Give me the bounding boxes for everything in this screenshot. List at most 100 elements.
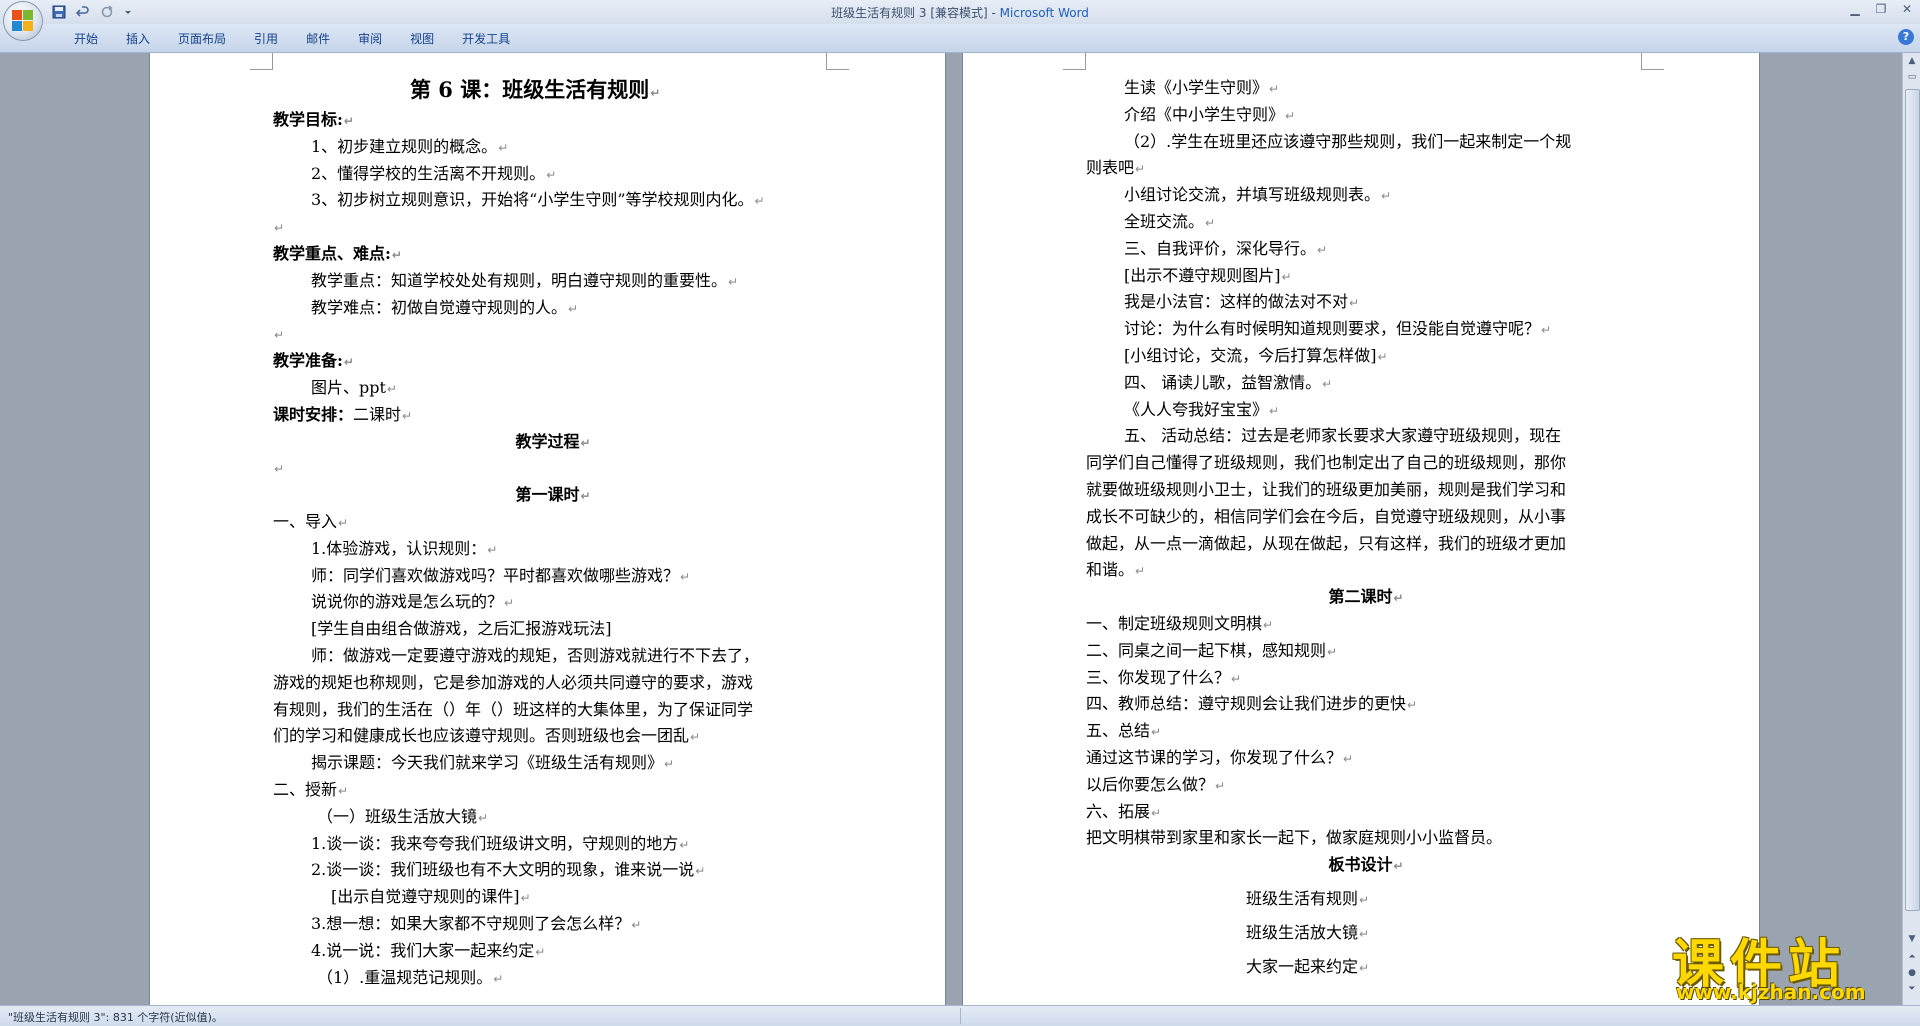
paragraph: 以后你要怎么做？↵ [1086,774,1226,794]
board-item: 大家一起来约定↵ [1246,956,1370,976]
crop-mark [1063,53,1086,70]
paragraph: 做起，从一点一滴做起，从现在做起，只有这样，我们的班级才更加 [1086,533,1567,553]
heading: 第一课时↵ [515,485,591,505]
paragraph: 2、懂得学校的生活离不开规则。↵ [311,163,557,183]
watermark: 课件站 www.kjzhan.com [1662,922,1902,1006]
paragraph: 二、授新↵ [273,779,349,799]
paragraph: 三、你发现了什么？↵ [1086,667,1242,687]
paragraph: 则表吧↵ [1086,158,1146,178]
paragraph: 小组讨论交流，并填写班级规则表。↵ [1124,185,1392,205]
paragraph: [学生自由组合做游戏，之后汇报游戏玩法] [311,619,612,639]
heading: 教学过程↵ [515,431,591,451]
paragraph: 一、制定班级规则文明棋↵ [1086,613,1274,633]
blank-paragraph: ↵ [274,328,285,343]
paragraph: （1）.重温规范记规则。↵ [317,967,504,987]
vertical-scrollbar[interactable]: ▲ ▭ ▼ ⏶ ● ⏷ [1902,53,1920,1005]
paragraph: 四、 诵读儿歌，益智激情。↵ [1124,372,1333,392]
tab-6[interactable]: 视图 [396,30,448,48]
paragraph: 五、 活动总结：过去是老师家长要求大家遵守班级规则，现在 [1124,426,1562,446]
paragraph: 3.想一想：如果大家都不守规则了会怎么样？↵ [311,913,642,933]
tab-4[interactable]: 邮件 [292,30,344,48]
status-text[interactable]: "班级生活有规则 3": 831 个字符(近似值)。 [8,1009,223,1025]
office-button[interactable] [4,2,42,40]
previous-page-icon[interactable]: ⏶ [1906,951,1918,963]
tab-2[interactable]: 页面布局 [164,30,240,48]
minimize-icon[interactable]: ▁ [1842,0,1868,18]
paragraph: 师：做游戏一定要遵守游戏的规矩，否则游戏就进行不下去了， [311,645,760,665]
ribbon: 开始 插入 页面布局 引用 邮件 审阅 视图 开发工具 ? [0,24,1920,53]
status-bar: "班级生活有规则 3": 831 个字符(近似值)。 [0,1005,1920,1026]
paragraph: 通过这节课的学习，你发现了什么？↵ [1086,747,1354,767]
paragraph: 3、初步树立规则意识，开始将“小学生守则”等学校规则内化。↵ [311,190,765,210]
select-browse-object-icon[interactable]: ● [1906,967,1918,979]
document-title: 班级生活有规则 3 [兼容模式] - [831,6,1000,20]
paragraph: 就要做班级规则小卫士，让我们的班级更加美丽，规则是我们学习和 [1086,479,1567,499]
paragraph: 教学难点：初做自觉遵守规则的人。↵ [311,297,579,317]
paragraph: 《人人夸我好宝宝》↵ [1124,399,1280,419]
paragraph: 课时安排：二课时↵ [273,404,413,424]
paragraph: 1.谈一谈：我来夸夸我们班级讲文明，守规则的地方↵ [311,833,690,853]
paragraph: 2.谈一谈：我们班级也有不大文明的现象，谁来说一说↵ [311,860,706,880]
window-controls: ▁ ❐ ✕ [1842,0,1920,20]
page-2[interactable]: 生读《小学生守则》↵ 介绍《中小学生守则》↵ （2）.学生在班里还应该遵守那些规则，… [963,53,1759,1005]
paragraph: 讨论：为什么有时候明知道规则要求，但没能自觉遵守呢？↵ [1124,319,1552,339]
page-2-content[interactable]: 生读《小学生守则》↵ 介绍《中小学生守则》↵ （2）.学生在班里还应该遵守那些规则，… [1086,75,1646,980]
paragraph: 把文明棋带到家里和家长一起下，做家庭规则小小监督员。 [1086,828,1503,848]
app-name: Microsoft Word [999,6,1089,20]
scroll-up-icon[interactable]: ▲ [1906,55,1918,67]
next-page-icon[interactable]: ⏷ [1906,983,1918,995]
restore-icon[interactable]: ❐ [1868,0,1894,18]
lesson-title: 第 6 课：班级生活有规则↵ [410,77,661,102]
blank-paragraph: ↵ [274,462,285,477]
page-1[interactable]: 第 6 课：班级生活有规则↵ 教学目标:↵ 1、初步建立规则的概念。↵ 2、懂得学校… [150,53,945,1005]
paragraph: 成长不可缺少的，相信同学们会在今后，自觉遵守班级规则，从小事 [1086,506,1567,526]
paragraph: 和谐。↵ [1086,560,1146,580]
paragraph: 生读《小学生守则》↵ [1124,78,1280,97]
paragraph: 一、导入↵ [273,511,349,531]
heading: 第二课时↵ [1328,587,1404,607]
crop-mark [250,53,273,70]
paragraph: [出示自觉遵守规则的课件]↵ [331,887,531,907]
office-logo-icon [12,10,34,32]
crop-mark [826,53,849,70]
heading: 教学目标:↵ [273,110,354,129]
paragraph: 四、教师总结：遵守规则会让我们进步的更快↵ [1086,694,1418,714]
title-bar: 班级生活有规则 3 [兼容模式] - Microsoft Word ▁ ❐ ✕ [0,0,1920,24]
tab-3[interactable]: 引用 [240,30,292,48]
paragraph: 二、同桌之间一起下棋，感知规则↵ [1086,640,1338,660]
scroll-down-icon[interactable]: ▼ [1906,933,1918,945]
window-title: 班级生活有规则 3 [兼容模式] - Microsoft Word [0,4,1920,21]
ruler-toggle-icon[interactable]: ▭ [1906,71,1918,83]
close-icon[interactable]: ✕ [1894,0,1920,18]
paragraph: 1.体验游戏，认识规则：↵ [311,538,498,558]
status-divider [960,1008,961,1024]
heading: 板书设计↵ [1328,855,1404,875]
paragraph: 说说你的游戏是怎么玩的？↵ [311,592,515,612]
help-icon[interactable]: ? [1898,29,1914,45]
tab-1[interactable]: 插入 [112,30,164,48]
paragraph: 我是小法官：这样的做法对不对↵ [1124,292,1360,312]
board-item: 班级生活放大镜↵ [1246,922,1370,942]
board-item: 班级生活有规则↵ [1246,888,1370,908]
paragraph: 教学重点：知道学校处处有规则，明白遵守规则的重要性。↵ [311,270,739,290]
crop-mark [1641,53,1664,70]
tab-5[interactable]: 审阅 [344,30,396,48]
paragraph: 师：同学们喜欢做游戏吗？平时都喜欢做哪些游戏？↵ [311,565,691,585]
paragraph: 1、初步建立规则的概念。↵ [311,136,509,156]
tab-7[interactable]: 开发工具 [448,30,524,48]
paragraph: （2）.学生在班里还应该遵守那些规则，我们一起来制定一个规 [1124,131,1572,151]
scrollbar-thumb[interactable] [1905,89,1920,911]
heading: 教学准备:↵ [273,351,354,371]
blank-paragraph: ↵ [274,221,285,236]
paragraph: 介绍《中小学生守则》↵ [1124,104,1296,124]
paragraph: 六、拓展↵ [1086,801,1162,821]
page-1-content[interactable]: 第 6 课：班级生活有规则↵ 教学目标:↵ 1、初步建立规则的概念。↵ 2、懂得学校… [273,73,833,991]
paragraph: 同学们自己懂得了班级规则，我们也制定出了自己的班级规则，那你 [1086,453,1567,473]
paragraph: 图片、ppt↵ [311,377,397,397]
tab-0[interactable]: 开始 [60,30,112,48]
paragraph: 全班交流。↵ [1124,211,1216,231]
heading: 教学重点、难点:↵ [273,243,402,263]
paragraph: 游戏的规矩也称规则，它是参加游戏的人必须共同遵守的要求，游戏 [273,672,754,692]
document-area[interactable]: 第 6 课：班级生活有规则↵ 教学目标:↵ 1、初步建立规则的概念。↵ 2、懂得学校… [0,53,1902,1005]
ribbon-tabs: 开始 插入 页面布局 引用 邮件 审阅 视图 开发工具 [60,30,524,48]
